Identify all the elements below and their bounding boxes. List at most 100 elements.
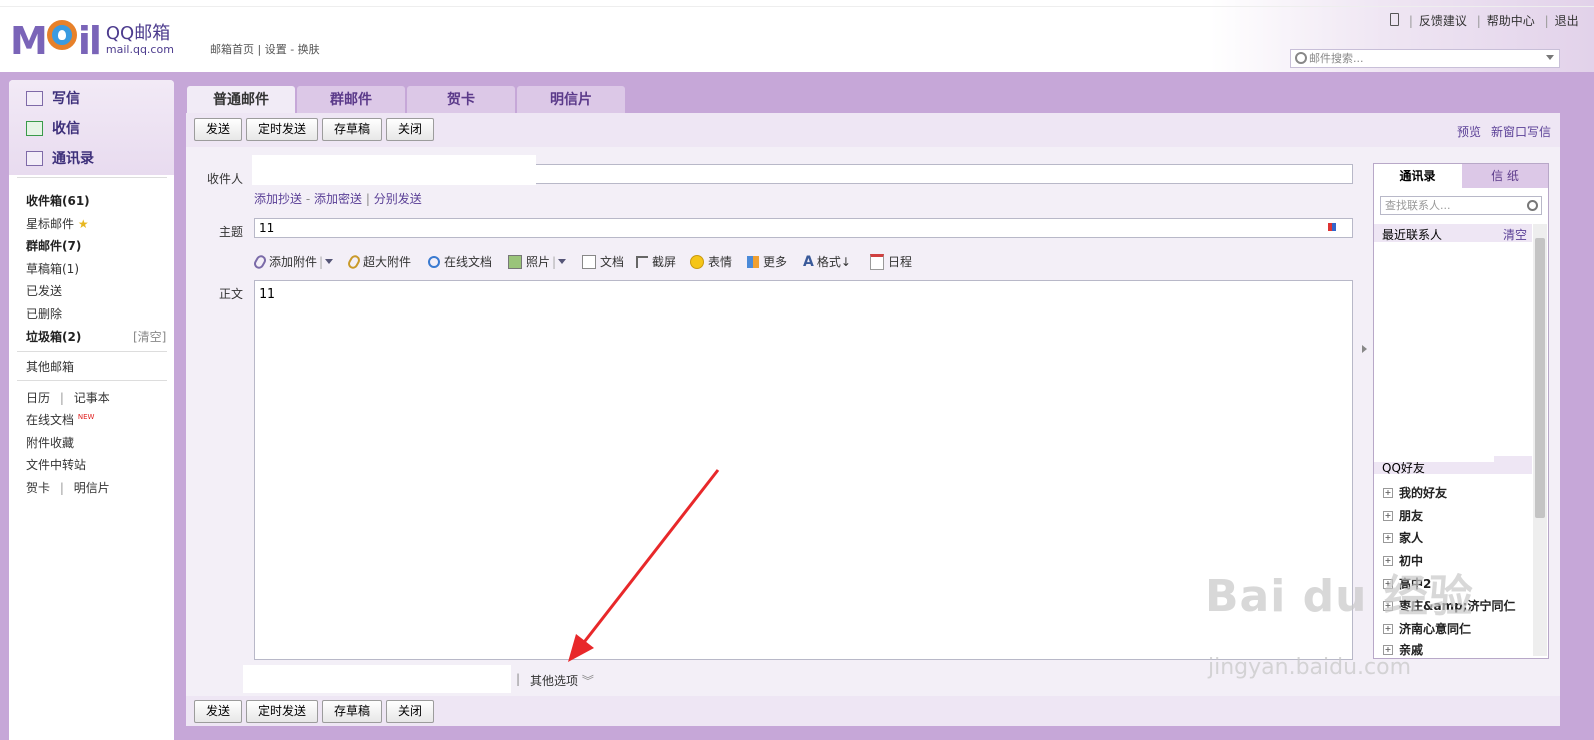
pencil-icon (26, 90, 43, 106)
add-attachment-tool[interactable]: 添加附件 | (252, 252, 334, 271)
postcard-link[interactable]: 明信片 (74, 481, 110, 495)
group-label: 我的好友 (1399, 486, 1448, 500)
tab-group-mail[interactable]: 群邮件 (297, 86, 405, 113)
download-icon (26, 120, 43, 136)
other-mailbox-link[interactable]: 其他邮箱 (26, 358, 74, 375)
group-item[interactable]: + 我的好友 (1383, 484, 1447, 501)
qq-mail-logo[interactable]: Mil QQ邮箱 mail.qq.com (10, 20, 174, 60)
search-dropdown-icon[interactable] (1546, 55, 1554, 60)
contact-search-input[interactable]: 查找联系人... (1380, 196, 1542, 215)
scheduled-send-button[interactable]: 定时发送 (246, 700, 318, 723)
other-options-label: 其他选项 (530, 674, 579, 688)
separate-send-link[interactable]: 分别发送 (374, 192, 422, 206)
chevron-down-icon[interactable] (558, 259, 567, 264)
preview-link[interactable]: 预览 (1457, 123, 1481, 140)
large-attachment-tool[interactable]: 超大附件 (346, 252, 411, 271)
contacts-nav[interactable]: 通讯录 (26, 148, 94, 168)
arrow-head (568, 634, 594, 662)
subject-input[interactable]: 11 (254, 218, 1353, 238)
chevron-down-icon[interactable] (325, 259, 334, 264)
qq-friends-overlap (1374, 450, 1494, 462)
expand-plus-icon: + (1383, 487, 1393, 498)
other-options-link[interactable]: 其他选项 ︾ (530, 672, 594, 689)
tab-normal-mail[interactable]: 普通邮件 (187, 86, 295, 113)
screenshot-tool[interactable]: 截屏 (636, 253, 676, 270)
baidu-jingyan-watermark: Bai du 经验 (1205, 571, 1474, 622)
document-tool[interactable]: 文档 (582, 253, 624, 270)
online-docs-link[interactable]: 在线文档 NEW (26, 411, 94, 428)
calendar-link[interactable]: 日历 (26, 391, 50, 405)
header-nav-links[interactable]: 邮箱首页 | 设置 - 换肤 (210, 41, 320, 57)
save-draft-button[interactable]: 存草稿 (322, 700, 382, 723)
tab-contacts[interactable]: 通讯录 (1374, 164, 1461, 188)
compose-label: 写信 (52, 91, 80, 107)
tab-postcard[interactable]: 明信片 (517, 86, 625, 113)
save-draft-button[interactable]: 存草稿 (322, 118, 382, 141)
photo-label: 照片 (526, 255, 551, 269)
receive-nav[interactable]: 收信 (26, 118, 80, 138)
folder-starred-label: 星标邮件 (26, 217, 75, 231)
clear-recent-link[interactable]: 清空 (1503, 226, 1527, 243)
group-label: 朋友 (1399, 509, 1424, 523)
recipient-redacted-area (252, 155, 536, 185)
folder-group-mail[interactable]: 群邮件(7) (26, 237, 81, 254)
folder-inbox[interactable]: 收件箱(61) (26, 192, 90, 209)
close-button[interactable]: 关闭 (386, 700, 434, 723)
tab-greeting-card[interactable]: 贺卡 (407, 86, 515, 113)
phone-icon[interactable] (1390, 13, 1399, 26)
paperclip-icon (346, 252, 362, 271)
group-item[interactable]: + 家人 (1383, 529, 1423, 546)
clear-spam-link[interactable]: [清空] (133, 328, 166, 345)
greeting-card-link[interactable]: 贺卡 (26, 481, 50, 495)
folder-spam[interactable]: 垃圾箱(2) (26, 328, 81, 345)
attachments-link[interactable]: 附件收藏 (26, 434, 74, 451)
expand-panel-arrow-icon[interactable] (1362, 345, 1367, 353)
photo-icon (508, 254, 522, 269)
mail-search-input[interactable]: 邮件搜索... (1290, 49, 1560, 68)
star-icon: ★ (77, 217, 89, 231)
tab-stationery[interactable]: 信 纸 (1462, 164, 1548, 188)
contacts-scrollbar-thumb[interactable] (1535, 238, 1545, 518)
grid-icon (747, 255, 759, 268)
format-tool[interactable]: A 格式↓ (803, 253, 851, 270)
logo-title: QQ邮箱 (105, 23, 171, 44)
close-button[interactable]: 关闭 (386, 118, 434, 141)
online-doc-tool[interactable]: 在线文档 (428, 253, 492, 270)
help-link[interactable]: 帮助中心 (1487, 14, 1535, 28)
scissors-icon (636, 255, 648, 268)
expand-plus-icon: + (1383, 532, 1393, 543)
compose-nav[interactable]: 写信 (26, 88, 80, 108)
expand-plus-icon: + (1383, 623, 1393, 634)
group-label: 家人 (1399, 531, 1424, 545)
left-sidebar (9, 80, 174, 740)
online-doc-label: 在线文档 (444, 255, 493, 269)
folder-drafts[interactable]: 草稿箱(1) (26, 260, 79, 277)
folder-deleted[interactable]: 已删除 (26, 305, 62, 322)
arrow-shaft (576, 469, 720, 651)
add-bcc-link[interactable]: 添加密送 (314, 192, 362, 206)
redacted-footer-area (243, 665, 511, 693)
emoji-tool[interactable]: 表情 (690, 253, 732, 270)
file-transfer-link[interactable]: 文件中转站 (26, 456, 86, 473)
new-window-link[interactable]: 新窗口写信 (1491, 123, 1551, 140)
logout-link[interactable]: 退出 (1555, 14, 1579, 28)
cards-row: 贺卡 | 明信片 (26, 481, 110, 495)
folder-sent[interactable]: 已发送 (26, 282, 62, 299)
calendar-notes-row: 日历 | 记事本 (26, 391, 110, 405)
send-button[interactable]: 发送 (194, 700, 242, 723)
subject-color-icon[interactable] (1328, 223, 1336, 231)
body-editor[interactable]: 11 (254, 280, 1353, 660)
group-item[interactable]: + 朋友 (1383, 507, 1423, 524)
more-tool[interactable]: 更多 (747, 253, 787, 270)
format-a-icon: A (803, 253, 814, 270)
add-cc-link[interactable]: 添加抄送 (254, 192, 302, 206)
folder-starred[interactable]: 星标邮件 ★ (26, 215, 89, 232)
document-label: 文档 (600, 255, 625, 269)
send-button[interactable]: 发送 (194, 118, 242, 141)
schedule-tool[interactable]: 日程 (870, 253, 912, 270)
notes-link[interactable]: 记事本 (74, 391, 110, 405)
new-badge: NEW (77, 413, 95, 421)
feedback-link[interactable]: 反馈建议 (1419, 14, 1467, 28)
scheduled-send-button[interactable]: 定时发送 (246, 118, 318, 141)
photo-tool[interactable]: 照片 | (508, 253, 567, 270)
